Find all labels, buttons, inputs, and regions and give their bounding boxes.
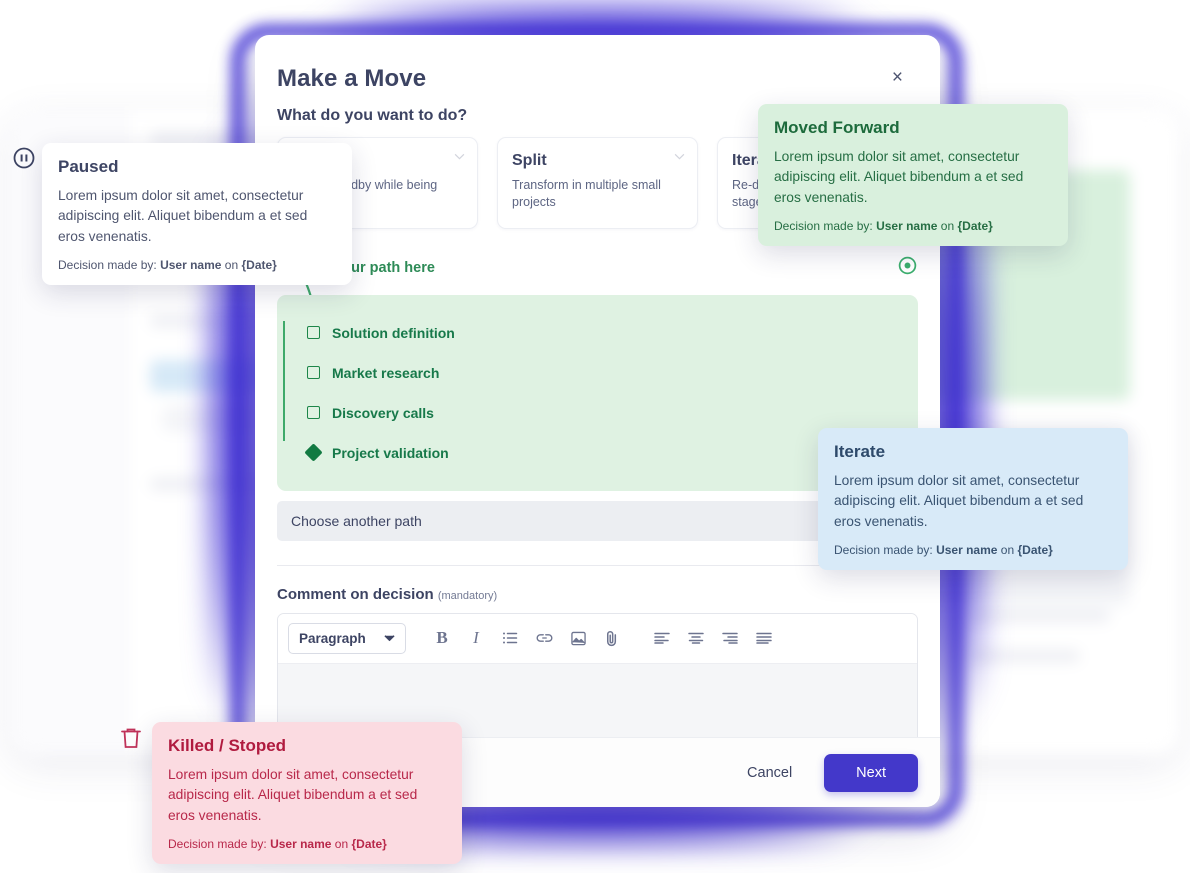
pause-circle-icon[interactable] [12,146,36,170]
option-title: Split [512,152,547,169]
tooltip-moved-forward: Moved Forward Lorem ipsum dolor sit amet… [758,104,1068,247]
tooltip-meta-prefix: Decision made by: [168,837,267,852]
align-justify-icon[interactable] [750,624,778,652]
tooltip-title: Killed / Stoped [168,736,287,755]
tooltip-meta: Decision made by: User name on {Date} [834,543,1112,557]
checklist-connector [283,360,285,401]
tooltip-meta-on: on [940,219,955,234]
tooltip-title: Paused [58,157,119,176]
tooltip-body: Lorem ipsum dolor sit amet, consectetur … [834,473,1084,529]
comment-mandatory-note: (mandatory) [437,589,498,602]
modal-header: Make a Move × [255,35,940,107]
tooltip-title: Iterate [834,442,886,461]
path-header-row: Choose your path here [277,255,918,281]
tooltip-meta-on: on [334,837,349,852]
checklist-item-label: Project validation [332,444,449,461]
checklist-item[interactable]: Solution definition [307,313,900,353]
attachment-icon[interactable] [598,624,626,652]
tooltip-date: {Date} [241,258,277,273]
link-icon[interactable] [530,624,558,652]
tooltip-meta-on: on [1000,543,1015,558]
tooltip-meta: Decision made by: User name on {Date} [58,258,336,272]
next-button[interactable]: Next [824,753,918,792]
trash-icon[interactable] [120,726,142,750]
bold-icon[interactable]: B [428,624,456,652]
screenshot-stage: Make a Move × What do you want to do? Pa… [0,0,1190,873]
cancel-button[interactable]: Cancel [733,755,806,791]
tooltip-title: Moved Forward [774,118,900,137]
option-card-split[interactable]: Split Transform in multiple small projec… [497,137,698,229]
tooltip-body: Lorem ipsum dolor sit amet, consectetur … [168,767,418,823]
tooltip-meta: Decision made by: User name on {Date} [774,219,1052,233]
option-desc: Transform in multiple small projects [512,178,661,210]
page-title: Make a Move [277,65,427,92]
comment-label: Comment on decision (mandatory) [277,586,918,603]
tooltip-user: User name [270,837,332,852]
align-right-icon[interactable] [716,624,744,652]
tooltip-user: User name [160,258,222,273]
tooltip-killed-stopped: Killed / Stoped Lorem ipsum dolor sit am… [152,722,462,865]
chevron-down-icon [384,635,395,642]
checklist-item[interactable]: Discovery calls [307,393,900,433]
paragraph-style-select[interactable]: Paragraph [288,622,406,654]
tooltip-meta-prefix: Decision made by: [774,219,873,234]
align-center-icon[interactable] [682,624,710,652]
checklist-item-label: Market research [332,364,440,381]
tooltip-date: {Date} [1017,543,1053,558]
bulleted-list-icon[interactable] [496,624,524,652]
checklist-item-label: Solution definition [332,324,455,341]
checklist-connector [283,400,285,441]
checklist-item[interactable]: Project validation [304,433,900,473]
checklist-item[interactable]: Market research [307,353,900,393]
chevron-down-icon [674,153,685,160]
checklist-item-label: Discovery calls [332,404,434,421]
close-icon[interactable]: × [887,65,908,90]
tooltip-user: User name [936,543,998,558]
editor-toolbar: Paragraph B I [278,613,917,664]
tooltip-paused: Paused Lorem ipsum dolor sit amet, conse… [42,143,352,286]
diamond-milestone-icon [304,443,323,462]
target-circle-icon[interactable] [897,255,918,281]
checkbox-icon[interactable] [307,406,320,419]
tooltip-date: {Date} [957,219,993,234]
tooltip-meta-prefix: Decision made by: [834,543,933,558]
tooltip-meta: Decision made by: User name on {Date} [168,837,446,851]
comment-label-text: Comment on decision [277,585,434,603]
align-left-icon[interactable] [648,624,676,652]
checklist-connector [283,320,285,361]
chevron-down-icon [454,153,465,160]
question-label: What do you want to do? [277,107,468,124]
tooltip-iterate: Iterate Lorem ipsum dolor sit amet, cons… [818,428,1128,571]
tooltip-meta-on: on [224,258,239,273]
tooltip-user: User name [876,219,938,234]
paragraph-style-value: Paragraph [299,630,366,646]
checkbox-icon[interactable] [307,326,320,339]
tooltip-date: {Date} [351,837,387,852]
tooltip-body: Lorem ipsum dolor sit amet, consectetur … [774,149,1024,205]
tooltip-body: Lorem ipsum dolor sit amet, consectetur … [58,188,308,244]
italic-icon[interactable]: I [462,624,490,652]
image-icon[interactable] [564,624,592,652]
checkbox-icon[interactable] [307,366,320,379]
tooltip-meta-prefix: Decision made by: [58,258,157,273]
